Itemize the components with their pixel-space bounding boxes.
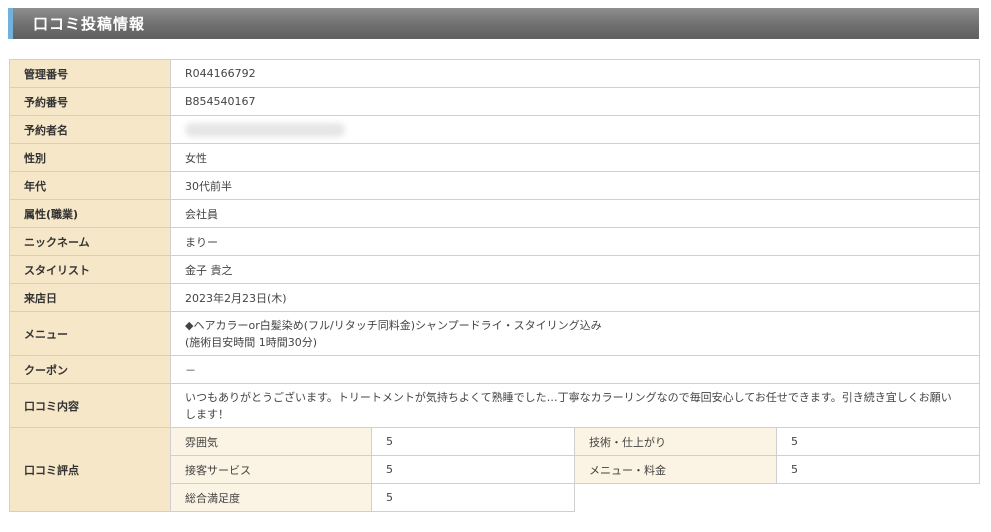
management-no-value: R044166792 <box>169 59 981 88</box>
review-label: 口コミ内容 <box>9 383 171 428</box>
menu-line-2: (施術目安時間 1時間30分) <box>185 335 318 349</box>
rating-empty-cell <box>575 484 980 512</box>
reservation-no-value: B854540167 <box>169 87 981 116</box>
stylist-label: スタイリスト <box>9 255 171 284</box>
nickname-value: まりー <box>169 227 981 256</box>
review-content: いつもありがとうございます。トリートメントが気持ちよくて熟睡でした…丁寧なカラー… <box>169 383 981 428</box>
rating-technique-label: 技術・仕上がり <box>574 427 777 456</box>
table-row: 口コミ評点 雰囲気 5 技術・仕上がり 5 <box>9 427 981 512</box>
table-row: 予約者名 <box>9 115 981 144</box>
table-row: 管理番号 R044166792 <box>9 59 981 88</box>
rating-service-label: 接客サービス <box>170 455 372 484</box>
table-row: 属性(職業) 会社員 <box>9 199 981 228</box>
table-row: 予約番号 B854540167 <box>9 87 981 116</box>
age-label: 年代 <box>9 171 171 200</box>
redacted-name-blur <box>185 122 345 137</box>
rating-service-value: 5 <box>371 455 575 484</box>
menu-label: メニュー <box>9 311 171 356</box>
gender-value: 女性 <box>169 143 981 172</box>
review-info-table: 管理番号 R044166792 予約番号 B854540167 予約者名 性別 … <box>9 59 981 512</box>
nickname-label: ニックネーム <box>9 227 171 256</box>
table-row: クーポン － <box>9 355 981 384</box>
rating-label: 口コミ評点 <box>9 427 171 512</box>
rating-atmosphere-label: 雰囲気 <box>170 427 372 456</box>
rating-atmosphere-value: 5 <box>371 427 575 456</box>
rating-menu-price-label: メニュー・料金 <box>574 455 777 484</box>
coupon-value: － <box>169 355 981 384</box>
visit-date-value: 2023年2月23日(木) <box>169 283 981 312</box>
table-row: スタイリスト 金子 貴之 <box>9 255 981 284</box>
table-row: ニックネーム まりー <box>9 227 981 256</box>
rating-technique-value: 5 <box>775 427 981 456</box>
rating-menu-price-value: 5 <box>775 455 981 484</box>
page-title: 口コミ投稿情報 <box>33 15 146 33</box>
management-no-label: 管理番号 <box>9 59 171 88</box>
table-row: 来店日 2023年2月23日(木) <box>9 283 981 312</box>
reserver-name-value <box>169 115 981 144</box>
reservation-no-label: 予約番号 <box>9 87 171 116</box>
coupon-label: クーポン <box>9 355 171 384</box>
rating-overall-label: 総合満足度 <box>170 483 372 512</box>
page-header: 口コミ投稿情報 <box>8 8 979 39</box>
occupation-value: 会社員 <box>169 199 981 228</box>
table-row: 口コミ内容 いつもありがとうございます。トリートメントが気持ちよくて熟睡でした…… <box>9 383 981 428</box>
menu-value: ◆ヘアカラーor白髪染め(フル/リタッチ同料金)シャンプードライ・スタイリング込… <box>169 311 981 356</box>
table-row: 性別 女性 <box>9 143 981 172</box>
table-row: メニュー ◆ヘアカラーor白髪染め(フル/リタッチ同料金)シャンプードライ・スタ… <box>9 311 981 356</box>
occupation-label: 属性(職業) <box>9 199 171 228</box>
gender-label: 性別 <box>9 143 171 172</box>
rating-overall-value: 5 <box>371 483 575 512</box>
visit-date-label: 来店日 <box>9 283 171 312</box>
menu-line-1: ◆ヘアカラーor白髪染め(フル/リタッチ同料金)シャンプードライ・スタイリング込… <box>185 318 602 332</box>
table-row: 年代 30代前半 <box>9 171 981 200</box>
reserver-name-label: 予約者名 <box>9 115 171 144</box>
stylist-value: 金子 貴之 <box>169 255 981 284</box>
age-value: 30代前半 <box>169 171 981 200</box>
